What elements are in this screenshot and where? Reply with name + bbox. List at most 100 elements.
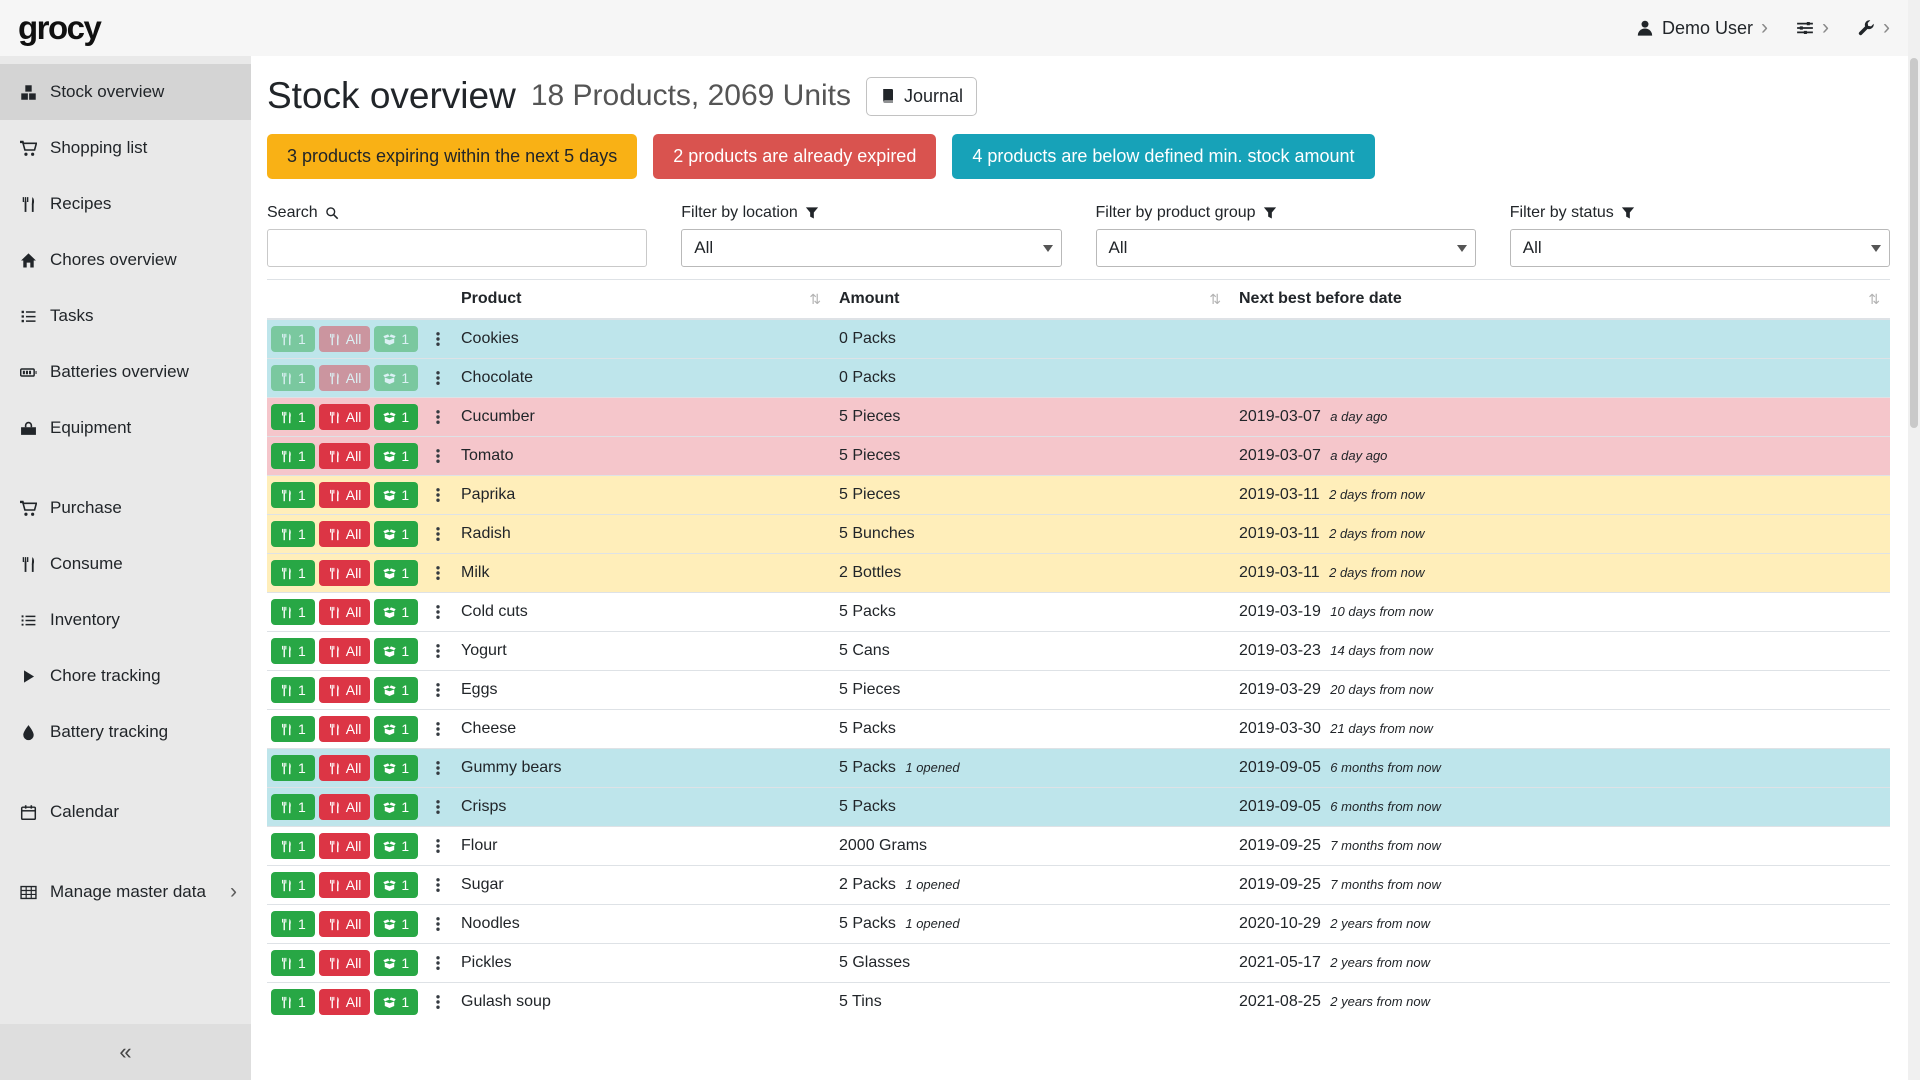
consume-one-button[interactable]: 1 xyxy=(271,599,315,625)
row-menu-button[interactable] xyxy=(427,719,449,739)
alert-expired[interactable]: 2 products are already expired xyxy=(653,134,936,179)
open-one-button[interactable]: 1 xyxy=(374,716,418,742)
row-menu-button[interactable] xyxy=(427,368,449,388)
consume-one-button[interactable]: 1 xyxy=(271,794,315,820)
open-one-button[interactable]: 1 xyxy=(374,521,418,547)
scrollbar[interactable] xyxy=(1908,0,1920,1080)
consume-one-button[interactable]: 1 xyxy=(271,950,315,976)
open-one-button[interactable]: 1 xyxy=(374,404,418,430)
open-one-button[interactable]: 1 xyxy=(374,560,418,586)
sort-icon[interactable]: ⇅ xyxy=(1209,291,1223,308)
consume-all-button[interactable]: All xyxy=(319,560,371,586)
location-filter-select[interactable]: All xyxy=(681,229,1061,267)
consume-one-button[interactable]: 1 xyxy=(271,638,315,664)
sidebar-item-shopping-list[interactable]: Shopping list xyxy=(0,120,251,176)
row-menu-button[interactable] xyxy=(427,446,449,466)
sort-icon[interactable]: ⇅ xyxy=(1868,291,1882,308)
row-menu-button[interactable] xyxy=(427,407,449,427)
sort-icon[interactable]: ⇅ xyxy=(809,291,823,308)
consume-all-button[interactable]: All xyxy=(319,833,371,859)
consume-one-button[interactable]: 1 xyxy=(271,443,315,469)
consume-all-button[interactable]: All xyxy=(319,716,371,742)
sidebar-item-consume[interactable]: Consume xyxy=(0,536,251,592)
row-menu-button[interactable] xyxy=(427,875,449,895)
consume-one-button[interactable]: 1 xyxy=(271,989,315,1015)
consume-all-button[interactable]: All xyxy=(319,443,371,469)
consume-one-button[interactable]: 1 xyxy=(271,326,315,352)
sidebar-item-inventory[interactable]: Inventory xyxy=(0,592,251,648)
consume-one-button[interactable]: 1 xyxy=(271,365,315,391)
consume-all-button[interactable]: All xyxy=(319,755,371,781)
row-menu-button[interactable] xyxy=(427,485,449,505)
user-menu[interactable]: Demo User › xyxy=(1636,18,1768,39)
open-one-button[interactable]: 1 xyxy=(374,638,418,664)
open-one-button[interactable]: 1 xyxy=(374,482,418,508)
sidebar-item-battery-tracking[interactable]: Battery tracking xyxy=(0,704,251,760)
consume-one-button[interactable]: 1 xyxy=(271,872,315,898)
column-header-next-best-before-date[interactable]: Next best before date⇅ xyxy=(1231,280,1890,320)
open-one-button[interactable]: 1 xyxy=(374,950,418,976)
sidebar-item-calendar[interactable]: Calendar xyxy=(0,784,251,840)
consume-one-button[interactable]: 1 xyxy=(271,911,315,937)
row-menu-button[interactable] xyxy=(427,602,449,622)
row-menu-button[interactable] xyxy=(427,563,449,583)
open-one-button[interactable]: 1 xyxy=(374,755,418,781)
consume-one-button[interactable]: 1 xyxy=(271,521,315,547)
consume-one-button[interactable]: 1 xyxy=(271,833,315,859)
row-menu-button[interactable] xyxy=(427,953,449,973)
column-header-amount[interactable]: Amount⇅ xyxy=(831,280,1231,320)
consume-all-button[interactable]: All xyxy=(319,365,371,391)
scrollbar-thumb[interactable] xyxy=(1910,58,1918,428)
consume-all-button[interactable]: All xyxy=(319,911,371,937)
consume-all-button[interactable]: All xyxy=(319,482,371,508)
consume-one-button[interactable]: 1 xyxy=(271,560,315,586)
row-menu-button[interactable] xyxy=(427,524,449,544)
sidebar-item-equipment[interactable]: Equipment xyxy=(0,400,251,456)
open-one-button[interactable]: 1 xyxy=(374,443,418,469)
open-one-button[interactable]: 1 xyxy=(374,677,418,703)
settings-menu[interactable]: › xyxy=(1796,19,1829,38)
open-one-button[interactable]: 1 xyxy=(374,326,418,352)
sidebar-item-recipes[interactable]: Recipes xyxy=(0,176,251,232)
consume-all-button[interactable]: All xyxy=(319,794,371,820)
consume-all-button[interactable]: All xyxy=(319,677,371,703)
row-menu-button[interactable] xyxy=(427,836,449,856)
sidebar-item-chore-tracking[interactable]: Chore tracking xyxy=(0,648,251,704)
alert-below-min-stock[interactable]: 4 products are below defined min. stock … xyxy=(952,134,1374,179)
row-menu-button[interactable] xyxy=(427,914,449,934)
consume-all-button[interactable]: All xyxy=(319,599,371,625)
search-input[interactable] xyxy=(267,229,647,267)
app-logo[interactable]: grocy xyxy=(18,9,100,47)
journal-button[interactable]: Journal xyxy=(866,77,977,116)
open-one-button[interactable]: 1 xyxy=(374,872,418,898)
consume-one-button[interactable]: 1 xyxy=(271,755,315,781)
row-menu-button[interactable] xyxy=(427,992,449,1012)
open-one-button[interactable]: 1 xyxy=(374,833,418,859)
open-one-button[interactable]: 1 xyxy=(374,911,418,937)
sidebar-item-stock-overview[interactable]: Stock overview xyxy=(0,64,251,120)
row-menu-button[interactable] xyxy=(427,758,449,778)
sidebar-collapse-button[interactable]: « xyxy=(0,1024,251,1080)
consume-all-button[interactable]: All xyxy=(319,638,371,664)
sidebar-item-purchase[interactable]: Purchase xyxy=(0,480,251,536)
row-menu-button[interactable] xyxy=(427,641,449,661)
sidebar-item-batteries-overview[interactable]: Batteries overview xyxy=(0,344,251,400)
open-one-button[interactable]: 1 xyxy=(374,365,418,391)
consume-all-button[interactable]: All xyxy=(319,989,371,1015)
consume-all-button[interactable]: All xyxy=(319,872,371,898)
row-menu-button[interactable] xyxy=(427,680,449,700)
consume-one-button[interactable]: 1 xyxy=(271,482,315,508)
consume-one-button[interactable]: 1 xyxy=(271,716,315,742)
row-menu-button[interactable] xyxy=(427,797,449,817)
consume-all-button[interactable]: All xyxy=(319,521,371,547)
sidebar-item-chores-overview[interactable]: Chores overview xyxy=(0,232,251,288)
sidebar-item-tasks[interactable]: Tasks xyxy=(0,288,251,344)
consume-one-button[interactable]: 1 xyxy=(271,404,315,430)
consume-all-button[interactable]: All xyxy=(319,326,371,352)
row-menu-button[interactable] xyxy=(427,329,449,349)
admin-menu[interactable]: › xyxy=(1857,19,1890,38)
product-group-filter-select[interactable]: All xyxy=(1096,229,1476,267)
open-one-button[interactable]: 1 xyxy=(374,599,418,625)
column-header-product[interactable]: Product⇅ xyxy=(453,280,831,320)
open-one-button[interactable]: 1 xyxy=(374,989,418,1015)
